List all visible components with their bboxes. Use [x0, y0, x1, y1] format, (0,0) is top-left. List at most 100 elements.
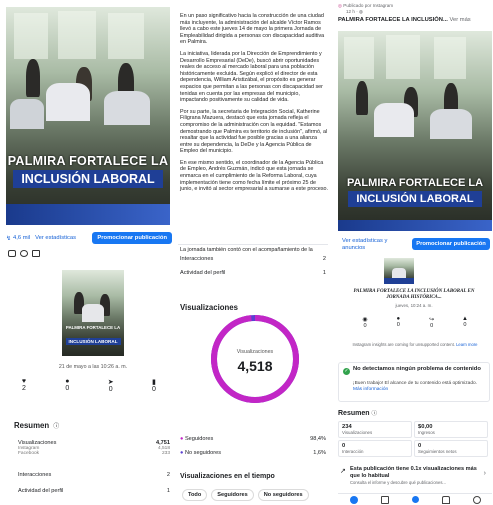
- comment-icon: ●: [65, 378, 70, 385]
- eye-icon: ◉: [362, 317, 368, 323]
- legend-text: Seguidores: [184, 436, 214, 442]
- row-label: Actividad del perfil: [18, 488, 64, 494]
- donut-label: Visualizaciones: [236, 349, 274, 355]
- like-icon[interactable]: [8, 250, 16, 257]
- stat-value: 0: [463, 322, 467, 328]
- share-icon[interactable]: [32, 250, 40, 257]
- left-stats-row: ♥ 2 ● 0 ➤ 0 ▮ 0: [14, 378, 164, 393]
- stat-shares: ↪ 0: [423, 316, 441, 329]
- more-info-link[interactable]: Más información: [353, 387, 388, 392]
- summary-title-text: Resumen: [338, 410, 370, 417]
- legend-value: 98,4%: [310, 436, 326, 442]
- window: [386, 35, 420, 79]
- chip-todo[interactable]: Todo: [182, 489, 208, 501]
- perf-title: Esta publicación tiene 0.1x visualizacio…: [350, 466, 477, 479]
- row-sub-facebook: Facebook 233: [18, 451, 170, 456]
- paragraph: La iniciativa, liderada por la Dirección…: [180, 50, 323, 104]
- see-more-link[interactable]: Ver más: [449, 17, 470, 23]
- content-notice: ✓ No detectamos ningún problema de conte…: [338, 362, 490, 402]
- insight-note-text: Instagram insights are coming for unsupp…: [352, 342, 455, 347]
- stat-notifications: ▲ 0: [456, 316, 474, 329]
- performance-card[interactable]: ↗ Esta publicación tiene 0.1x visualizac…: [338, 466, 488, 490]
- summary-cell: 0 Interacción: [338, 440, 412, 457]
- mid-row-actividad: Actividad del perfil 1: [180, 270, 326, 276]
- bottom-nav: [338, 493, 492, 505]
- fb-banner: PALMIRA FORTALECE LA INCLUSIÓN LABORAL: [338, 177, 492, 207]
- row-label: Interacciones: [180, 256, 214, 262]
- promote-button[interactable]: Promocionar publicación: [92, 232, 172, 244]
- summary-cell: 0 Seguimientos netos: [414, 440, 488, 457]
- row-label: Facebook: [18, 451, 40, 456]
- info-icon[interactable]: ⓘ: [53, 424, 59, 430]
- bell-icon[interactable]: [441, 495, 450, 504]
- chip-seguidores[interactable]: Seguidores: [211, 489, 254, 501]
- paragraph-last: La jornada también contó con el acompaña…: [180, 247, 313, 253]
- person: [10, 99, 44, 129]
- row-label: Actividad del perfil: [180, 270, 226, 276]
- fb-post-header: ◎ Publicado por Instagram 12 h · ◍ PALMI…: [338, 3, 492, 31]
- menu-icon[interactable]: [472, 495, 481, 504]
- paragraph: En un paso significativo hacia la constr…: [180, 13, 325, 46]
- header-meta-text: 12 h ·: [346, 9, 360, 14]
- row-value: 1: [322, 270, 326, 276]
- chip-no-seguidores[interactable]: No seguidores: [257, 489, 309, 501]
- thumb-banner-bar: [384, 278, 414, 284]
- post-actions-bar: ↯ 4,6 mil Ver estadísticas Promocionar p…: [6, 231, 172, 245]
- person: [46, 83, 90, 121]
- views-donut: Visualizaciones 4,518: [209, 313, 301, 405]
- info-icon[interactable]: ⓘ: [371, 411, 377, 417]
- learn-more-link[interactable]: Learn more: [456, 342, 477, 347]
- person: [430, 109, 472, 139]
- comment-icon[interactable]: [20, 250, 28, 257]
- fb-thumb-title: PALMIRA FORTALECE LA INCLUSIÓN LABORAL E…: [353, 289, 475, 300]
- share-icon: ↪: [429, 317, 435, 323]
- header-title: PALMIRA FORTALECE LA INCLUSIÓN... Ver má…: [338, 17, 492, 23]
- summary-cell: 234 Visualizaciones: [338, 421, 412, 438]
- person: [374, 103, 414, 137]
- person: [104, 91, 150, 125]
- window: [58, 11, 96, 59]
- summary-views: Visualizaciones 4,751 Instagram 4,518 Fa…: [18, 440, 170, 456]
- donut-value: 4,518: [237, 358, 273, 374]
- header-title-text: PALMIRA FORTALECE LA INCLUSIÓN...: [338, 17, 448, 23]
- globe-icon: ◍: [359, 9, 364, 14]
- banner-line-1: PALMIRA FORTALECE LA: [7, 154, 169, 168]
- thumb-banner-line-1: PALMIRA FORTALECE LA: [65, 325, 121, 330]
- banner-line-2: INCLUSIÓN LABORAL: [348, 191, 482, 207]
- stat-views: ◉ 0: [356, 316, 374, 329]
- row-interacciones: Interacciones 2: [18, 472, 170, 478]
- row-value: 2: [166, 472, 170, 478]
- window: [344, 37, 374, 79]
- window: [108, 13, 144, 59]
- header-meta: 12 h · ◍: [346, 9, 492, 15]
- see-stats-ads-link[interactable]: Ver estadísticas y anuncios: [342, 238, 408, 252]
- fb-promote-button[interactable]: Promocionar publicación: [412, 238, 490, 250]
- fb-summary-grid: 234 Visualizaciones $0,00 Ingresos 0 Int…: [338, 421, 488, 457]
- add-icon[interactable]: [411, 496, 419, 503]
- views-title: Visualizaciones: [180, 303, 238, 312]
- summary-title-text: Resumen: [14, 421, 50, 430]
- see-stats-link[interactable]: Ver estadísticas: [35, 235, 76, 241]
- stat-value: 0: [108, 386, 113, 393]
- banner-stripe: [6, 204, 170, 225]
- cell-label: Interacción: [342, 449, 364, 454]
- person: [26, 59, 40, 97]
- person: [356, 81, 368, 115]
- header-small-text: Publicado por Instagram: [343, 3, 394, 8]
- stat-likes: ♥ 2: [14, 378, 34, 393]
- home-icon[interactable]: [349, 495, 358, 504]
- summary-cell: $0,00 Ingresos: [414, 421, 488, 438]
- reaction-row: [8, 250, 68, 257]
- post-image[interactable]: [6, 7, 170, 225]
- divider: [178, 244, 328, 245]
- legend-no-seguidores: ● No seguidores 1,6%: [180, 450, 326, 456]
- cell-label: Seguimientos netos: [418, 449, 457, 454]
- window: [434, 37, 466, 79]
- filter-chips: Todo Seguidores No seguidores: [182, 489, 309, 501]
- notice-title: No detectamos ningún problema de conteni…: [353, 366, 481, 372]
- stat-value: 0: [430, 323, 434, 329]
- grid-icon[interactable]: [380, 495, 389, 504]
- thumb-banner-line-2: INCLUSIÓN LABORAL: [65, 338, 121, 345]
- check-icon: ✓: [343, 368, 350, 375]
- notice-body: ¡Buen trabajo! El alcance de tu contenid…: [353, 381, 485, 393]
